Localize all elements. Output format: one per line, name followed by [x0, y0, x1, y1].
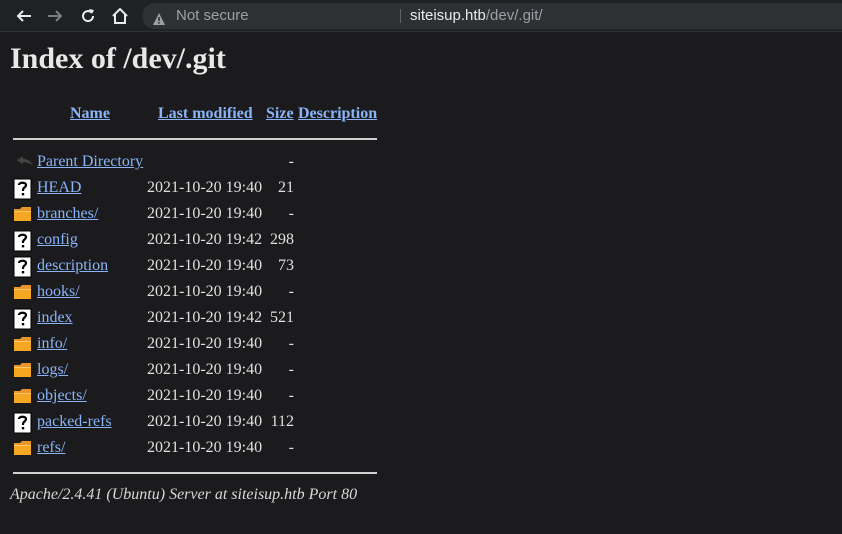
file-link[interactable]: config — [37, 231, 78, 249]
file-link[interactable]: refs/ — [37, 439, 65, 457]
browser-toolbar: Not secure siteisup.htb/dev/.git/ — [0, 0, 842, 32]
last-modified-cell: 2021-10-20 19:40 — [147, 179, 263, 196]
folder-icon — [13, 360, 33, 382]
file-link[interactable]: index — [37, 309, 73, 327]
security-label[interactable]: Not secure — [176, 3, 249, 29]
table-row: info/2021-10-20 19:40 - — [0, 332, 400, 358]
folder-icon — [13, 282, 33, 304]
size-cell: - — [288, 361, 294, 378]
last-modified-cell: 2021-10-20 19:40 — [147, 413, 263, 430]
folder-icon — [13, 204, 33, 226]
file-unknown-icon — [13, 230, 33, 252]
table-row: hooks/2021-10-20 19:40 - — [0, 280, 400, 306]
back-button[interactable] — [13, 5, 35, 27]
reload-button[interactable] — [77, 5, 99, 27]
table-row: HEAD 2021-10-20 19:40 21 — [0, 176, 400, 202]
size-cell: 521 — [270, 309, 294, 326]
column-header-name[interactable]: Name — [70, 105, 110, 123]
home-icon — [112, 7, 128, 24]
file-link[interactable]: HEAD — [37, 179, 81, 197]
file-link[interactable]: objects/ — [37, 387, 87, 405]
last-modified-cell: 2021-10-20 19:42 — [147, 231, 263, 248]
directory-listing-page: Index of /dev/.git Name Last modified Si… — [0, 32, 842, 534]
table-row: index 2021-10-20 19:42 521 — [0, 306, 400, 332]
last-modified-cell: 2021-10-20 19:40 — [147, 335, 263, 352]
size-cell: 112 — [270, 413, 294, 430]
file-link[interactable]: description — [37, 257, 108, 275]
last-modified-cell: 2021-10-20 19:42 — [147, 309, 263, 326]
folder-icon — [13, 438, 33, 460]
home-button[interactable] — [109, 5, 131, 27]
folder-icon — [13, 334, 33, 356]
size-cell: - — [288, 335, 294, 352]
column-header-size[interactable]: Size — [266, 105, 294, 123]
address-bar[interactable]: Not secure siteisup.htb/dev/.git/ — [142, 3, 842, 29]
url-text[interactable]: siteisup.htb/dev/.git/ — [410, 3, 543, 29]
file-link[interactable]: branches/ — [37, 205, 98, 223]
size-cell: 73 — [278, 257, 294, 274]
file-link[interactable]: Parent Directory — [37, 153, 143, 171]
arrow-left-icon — [16, 10, 31, 22]
file-unknown-icon — [13, 412, 33, 434]
size-cell: - — [288, 283, 294, 300]
last-modified-cell: 2021-10-20 19:40 — [147, 361, 263, 378]
reload-icon — [82, 9, 95, 23]
url-path: /dev/.git/ — [485, 7, 543, 24]
address-separator — [400, 9, 401, 23]
last-modified-cell: 2021-10-20 19:40 — [147, 387, 263, 404]
table-row: packed-refs 2021-10-20 19:40 112 — [0, 410, 400, 436]
last-modified-cell: 2021-10-20 19:40 — [147, 283, 263, 300]
size-cell: - — [288, 387, 294, 404]
url-host: siteisup.htb — [410, 7, 486, 24]
footer-divider — [13, 472, 377, 474]
forward-button[interactable] — [44, 5, 66, 27]
file-link[interactable]: hooks/ — [37, 283, 80, 301]
last-modified-cell: 2021-10-20 19:40 — [147, 205, 263, 222]
size-cell: - — [288, 153, 294, 170]
column-header-last-modified[interactable]: Last modified — [158, 105, 253, 123]
header-divider — [13, 138, 377, 140]
back-icon — [13, 152, 34, 174]
file-link[interactable]: info/ — [37, 335, 67, 353]
table-row: logs/2021-10-20 19:40 - — [0, 358, 400, 384]
file-link[interactable]: packed-refs — [37, 413, 112, 431]
column-header-description[interactable]: Description — [298, 105, 377, 123]
table-row: config 2021-10-20 19:42 298 — [0, 228, 400, 254]
size-cell: - — [288, 205, 294, 222]
last-modified-cell: 2021-10-20 19:40 — [147, 439, 263, 456]
file-unknown-icon — [13, 308, 33, 330]
size-cell: - — [288, 439, 294, 456]
page-title: Index of /dev/.git — [10, 42, 226, 75]
table-row: branches/2021-10-20 19:40 - — [0, 202, 400, 228]
size-cell: 21 — [278, 179, 294, 196]
table-row: Parent Directory - — [0, 150, 400, 176]
folder-icon — [13, 386, 33, 408]
file-link[interactable]: logs/ — [37, 361, 68, 379]
last-modified-cell: 2021-10-20 19:40 — [147, 257, 263, 274]
server-signature: Apache/2.4.41 (Ubuntu) Server at siteisu… — [10, 486, 358, 503]
table-row: objects/2021-10-20 19:40 - — [0, 384, 400, 410]
file-unknown-icon — [13, 256, 33, 278]
file-unknown-icon — [13, 178, 33, 200]
table-row: description 2021-10-20 19:40 73 — [0, 254, 400, 280]
size-cell: 298 — [270, 231, 294, 248]
table-row: refs/2021-10-20 19:40 - — [0, 436, 400, 462]
arrow-right-icon — [48, 10, 63, 22]
